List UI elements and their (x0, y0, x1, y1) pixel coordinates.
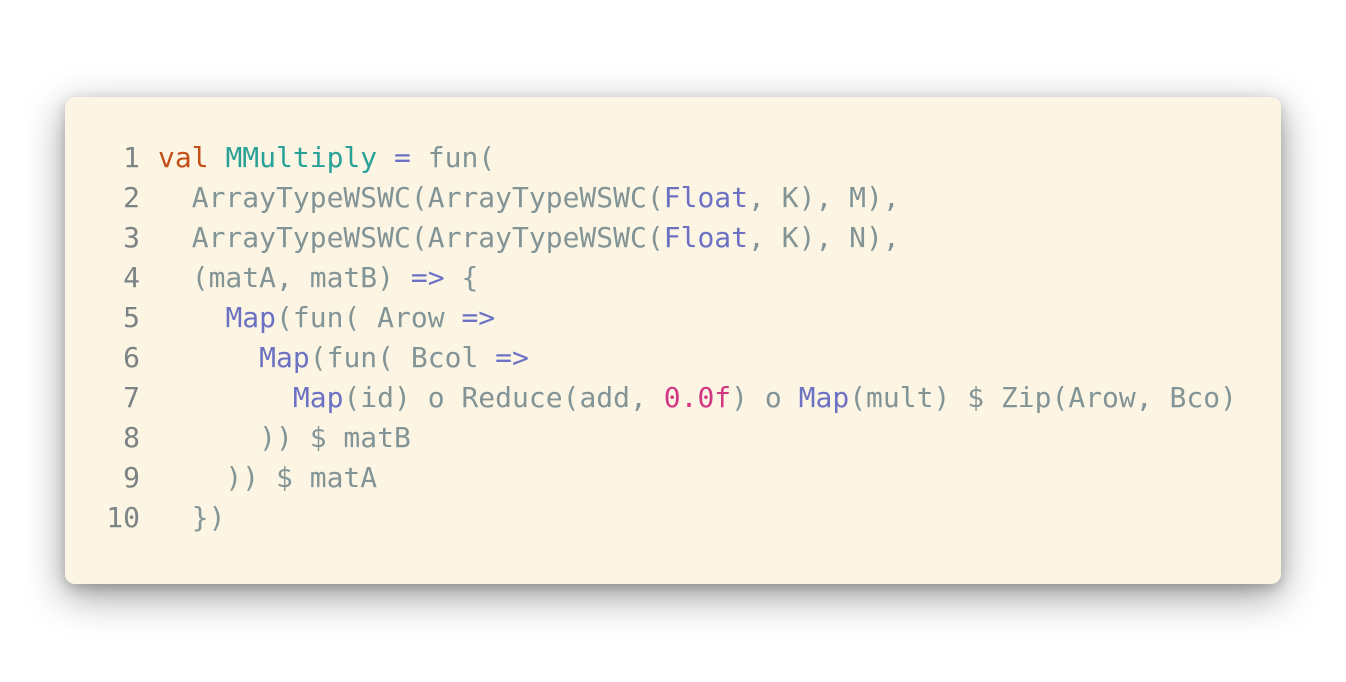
code-token-plain: ) o (731, 381, 799, 414)
line-code: (matA, matB) => { (158, 258, 479, 298)
code-token-type: Map (225, 301, 277, 334)
line-number: 1 (123, 141, 140, 174)
code-block: 1 val MMultiply = fun(2 ArrayTypeWSWC(Arr… (65, 138, 1281, 538)
line-number: 5 (123, 301, 140, 334)
code-snippet-card: 1 val MMultiply = fun(2 ArrayTypeWSWC(Arr… (65, 97, 1281, 584)
line-code: Map(fun( Bcol => (158, 338, 529, 378)
line-number: 10 (106, 501, 140, 534)
line-code: )) $ matA (158, 458, 377, 498)
code-token-plain: (fun( Arow (276, 301, 462, 334)
line-number: 2 (123, 181, 140, 214)
code-token-plain: fun( (410, 141, 496, 174)
code-token-plain: (id) o Reduce(add, (343, 381, 664, 414)
code-token-type: Map (798, 381, 850, 414)
line-code: ArrayTypeWSWC(ArrayTypeWSWC(Float, K), M… (158, 178, 900, 218)
code-token-def: MMultiply (225, 141, 378, 174)
code-token-type: => (495, 341, 529, 374)
code-line: 9 )) $ matA (65, 458, 1281, 498)
code-token-type: Map (292, 381, 344, 414)
code-token-plain: }) (158, 501, 226, 534)
code-token-plain: (matA, matB) (158, 261, 411, 294)
code-line: 8 )) $ matB (65, 418, 1281, 458)
line-code: }) (158, 498, 226, 538)
code-token-type: Map (259, 341, 310, 374)
code-line: 2 ArrayTypeWSWC(ArrayTypeWSWC(Float, K),… (65, 178, 1281, 218)
line-number: 8 (123, 421, 140, 454)
code-token-type: Float (663, 181, 749, 214)
line-code: ArrayTypeWSWC(ArrayTypeWSWC(Float, K), N… (158, 218, 900, 258)
code-token-type: => (410, 261, 445, 294)
code-token-type: Float (663, 221, 749, 254)
code-token-plain: (mult) $ Zip(Arow, Bco) (849, 381, 1237, 414)
code-token-type: = (394, 141, 411, 174)
code-line: 1 val MMultiply = fun( (65, 138, 1281, 178)
line-code: )) $ matB (158, 418, 411, 458)
line-number: 9 (123, 461, 140, 494)
line-number: 6 (123, 341, 140, 374)
code-token-plain: (fun( Bcol (309, 341, 496, 374)
code-token-type: => (461, 301, 496, 334)
code-token-plain: )) $ matA (158, 461, 378, 494)
line-code: val MMultiply = fun( (158, 138, 495, 178)
code-token-plain: , K), M), (748, 181, 900, 214)
code-line: 10 }) (65, 498, 1281, 538)
line-code: Map(fun( Arow => (158, 298, 495, 338)
code-line: 7 Map(id) o Reduce(add, 0.0f) o Map(mult… (65, 378, 1281, 418)
code-line: 5 Map(fun( Arow => (65, 298, 1281, 338)
code-token-plain: ArrayTypeWSWC(ArrayTypeWSWC( (158, 181, 664, 214)
code-line: 6 Map(fun( Bcol => (65, 338, 1281, 378)
code-line: 3 ArrayTypeWSWC(ArrayTypeWSWC(Float, K),… (65, 218, 1281, 258)
code-token-plain: , K), N), (748, 221, 900, 254)
code-token-plain: )) $ matB (158, 421, 411, 454)
code-token-plain: { (444, 261, 479, 294)
code-token-number: 0.0f (663, 381, 732, 414)
code-line: 4 (matA, matB) => { (65, 258, 1281, 298)
line-number: 3 (123, 221, 140, 254)
code-token-keyword: val (158, 141, 209, 174)
line-number: 7 (123, 381, 140, 414)
line-number: 4 (123, 261, 140, 294)
line-code: Map(id) o Reduce(add, 0.0f) o Map(mult) … (158, 378, 1237, 418)
code-token-plain: ArrayTypeWSWC(ArrayTypeWSWC( (158, 221, 664, 254)
